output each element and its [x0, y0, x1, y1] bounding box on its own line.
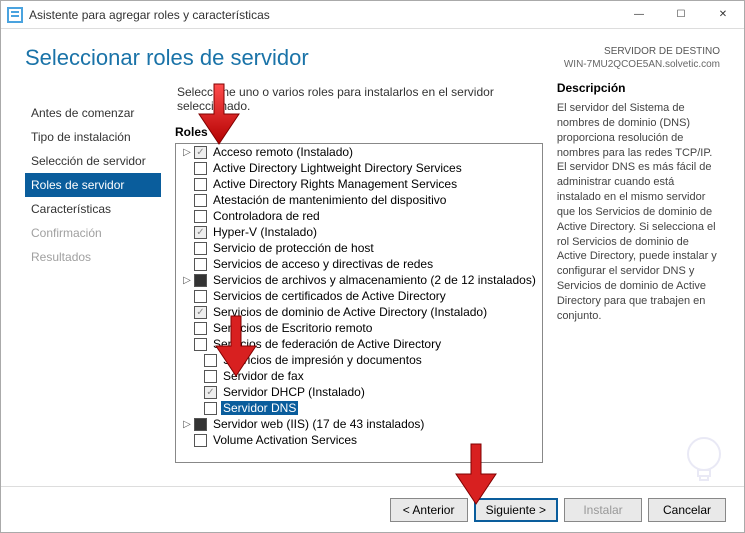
role-checkbox[interactable] [204, 370, 217, 383]
close-button[interactable]: ✕ [702, 1, 744, 29]
maximize-button[interactable]: ☐ [660, 1, 702, 29]
role-item[interactable]: Servicios de Escritorio remoto [176, 320, 542, 336]
role-item[interactable]: Servidor de fax [176, 368, 542, 384]
role-item[interactable]: Active Directory Lightweight Directory S… [176, 160, 542, 176]
wizard-steps-nav: Antes de comenzarTipo de instalaciónSele… [25, 81, 161, 481]
role-item[interactable]: Servidor DNS [176, 400, 542, 416]
role-checkbox[interactable] [194, 242, 207, 255]
role-checkbox[interactable] [194, 146, 207, 159]
titlebar: Asistente para agregar roles y caracterí… [1, 1, 744, 29]
previous-button[interactable]: < Anterior [390, 498, 468, 522]
nav-step[interactable]: Antes de comenzar [25, 101, 161, 125]
wizard-body: Antes de comenzarTipo de instalaciónSele… [1, 81, 744, 481]
description-label: Descripción [557, 81, 720, 95]
role-checkbox[interactable] [194, 306, 207, 319]
page-title: Seleccionar roles de servidor [25, 45, 309, 71]
role-checkbox[interactable] [204, 386, 217, 399]
minimize-button[interactable]: — [618, 1, 660, 29]
role-item[interactable]: Hyper-V (Instalado) [176, 224, 542, 240]
window-controls: — ☐ ✕ [618, 1, 744, 29]
role-label[interactable]: Servicios de Escritorio remoto [211, 321, 374, 335]
role-label[interactable]: Controladora de red [211, 209, 322, 223]
role-item[interactable]: Servicio de protección de host [176, 240, 542, 256]
role-checkbox[interactable] [194, 290, 207, 303]
role-checkbox[interactable] [194, 418, 207, 431]
tree-expander-icon[interactable]: ▷ [180, 275, 194, 286]
role-label[interactable]: Active Directory Lightweight Directory S… [211, 161, 464, 175]
role-label[interactable]: Volume Activation Services [211, 433, 359, 447]
nav-step[interactable]: Roles de servidor [25, 173, 161, 197]
instruction-text: Seleccione uno o varios roles para insta… [177, 85, 543, 113]
role-label[interactable]: Servicio de protección de host [211, 241, 376, 255]
destination-label: SERVIDOR DE DESTINO [564, 45, 720, 58]
role-checkbox[interactable] [194, 210, 207, 223]
role-label[interactable]: Servicios de archivos y almacenamiento (… [211, 273, 538, 287]
wizard-window: Asistente para agregar roles y caracterí… [0, 0, 745, 533]
role-checkbox[interactable] [204, 402, 217, 415]
description-panel: Descripción El servidor del Sistema de n… [557, 81, 720, 481]
role-item[interactable]: ▷ Servicios de archivos y almacenamiento … [176, 272, 542, 288]
role-checkbox[interactable] [194, 226, 207, 239]
role-item[interactable]: ▷ Acceso remoto (Instalado) [176, 144, 542, 160]
role-item[interactable]: Servicios de certificados de Active Dire… [176, 288, 542, 304]
role-label[interactable]: Servicios de dominio de Active Directory… [211, 305, 489, 319]
role-label[interactable]: Servicios de certificados de Active Dire… [211, 289, 448, 303]
role-checkbox[interactable] [194, 162, 207, 175]
role-item[interactable]: Servidor DHCP (Instalado) [176, 384, 542, 400]
role-label[interactable]: Servidor de fax [221, 369, 306, 383]
role-checkbox[interactable] [204, 354, 217, 367]
role-label[interactable]: Hyper-V (Instalado) [211, 225, 319, 239]
role-checkbox[interactable] [194, 338, 207, 351]
description-text: El servidor del Sistema de nombres de do… [557, 101, 720, 324]
role-item[interactable]: Servicios de acceso y directivas de rede… [176, 256, 542, 272]
role-label[interactable]: Servicios de impresión y documentos [221, 353, 424, 367]
roles-panel: Seleccione uno o varios roles para insta… [161, 81, 557, 481]
role-label[interactable]: Acceso remoto (Instalado) [211, 145, 355, 159]
role-checkbox[interactable] [194, 178, 207, 191]
role-item[interactable]: Servicios de federación de Active Direct… [176, 336, 542, 352]
next-button[interactable]: Siguiente > [474, 498, 558, 522]
role-label[interactable]: Servidor web (IIS) (17 de 43 instalados) [211, 417, 426, 431]
role-label[interactable]: Servidor DNS [221, 401, 298, 415]
role-checkbox[interactable] [194, 258, 207, 271]
role-checkbox[interactable] [194, 322, 207, 335]
role-item[interactable]: Servicios de impresión y documentos [176, 352, 542, 368]
tree-expander-icon[interactable]: ▷ [180, 147, 194, 158]
wizard-header: Seleccionar roles de servidor SERVIDOR D… [1, 29, 744, 81]
nav-step[interactable]: Características [25, 197, 161, 221]
tree-expander-icon[interactable]: ▷ [180, 419, 194, 430]
cancel-button[interactable]: Cancelar [648, 498, 726, 522]
role-label[interactable]: Servicios de federación de Active Direct… [211, 337, 443, 351]
destination-server: SERVIDOR DE DESTINO WIN-7MU2QCOE5AN.solv… [564, 45, 720, 71]
wizard-footer: < Anterior Siguiente > Instalar Cancelar [1, 486, 744, 532]
roles-label: Roles [175, 125, 543, 139]
role-item[interactable]: Active Directory Rights Management Servi… [176, 176, 542, 192]
role-item[interactable]: Servicios de dominio de Active Directory… [176, 304, 542, 320]
install-button[interactable]: Instalar [564, 498, 642, 522]
nav-step[interactable]: Tipo de instalación [25, 125, 161, 149]
window-title: Asistente para agregar roles y caracterí… [29, 8, 618, 22]
role-label[interactable]: Servidor DHCP (Instalado) [221, 385, 367, 399]
nav-step[interactable]: Selección de servidor [25, 149, 161, 173]
app-icon [7, 7, 23, 23]
role-checkbox[interactable] [194, 274, 207, 287]
role-label[interactable]: Atestación de mantenimiento del disposit… [211, 193, 448, 207]
role-label[interactable]: Active Directory Rights Management Servi… [211, 177, 459, 191]
destination-value: WIN-7MU2QCOE5AN.solvetic.com [564, 58, 720, 71]
role-item[interactable]: ▷ Servidor web (IIS) (17 de 43 instalados… [176, 416, 542, 432]
roles-listbox[interactable]: ▷ Acceso remoto (Instalado) Active Directo… [175, 143, 543, 463]
role-item[interactable]: Volume Activation Services [176, 432, 542, 448]
role-item[interactable]: Controladora de red [176, 208, 542, 224]
role-checkbox[interactable] [194, 194, 207, 207]
role-label[interactable]: Servicios de acceso y directivas de rede… [211, 257, 435, 271]
role-item[interactable]: Atestación de mantenimiento del disposit… [176, 192, 542, 208]
role-checkbox[interactable] [194, 434, 207, 447]
nav-step: Resultados [25, 245, 161, 269]
nav-step: Confirmación [25, 221, 161, 245]
